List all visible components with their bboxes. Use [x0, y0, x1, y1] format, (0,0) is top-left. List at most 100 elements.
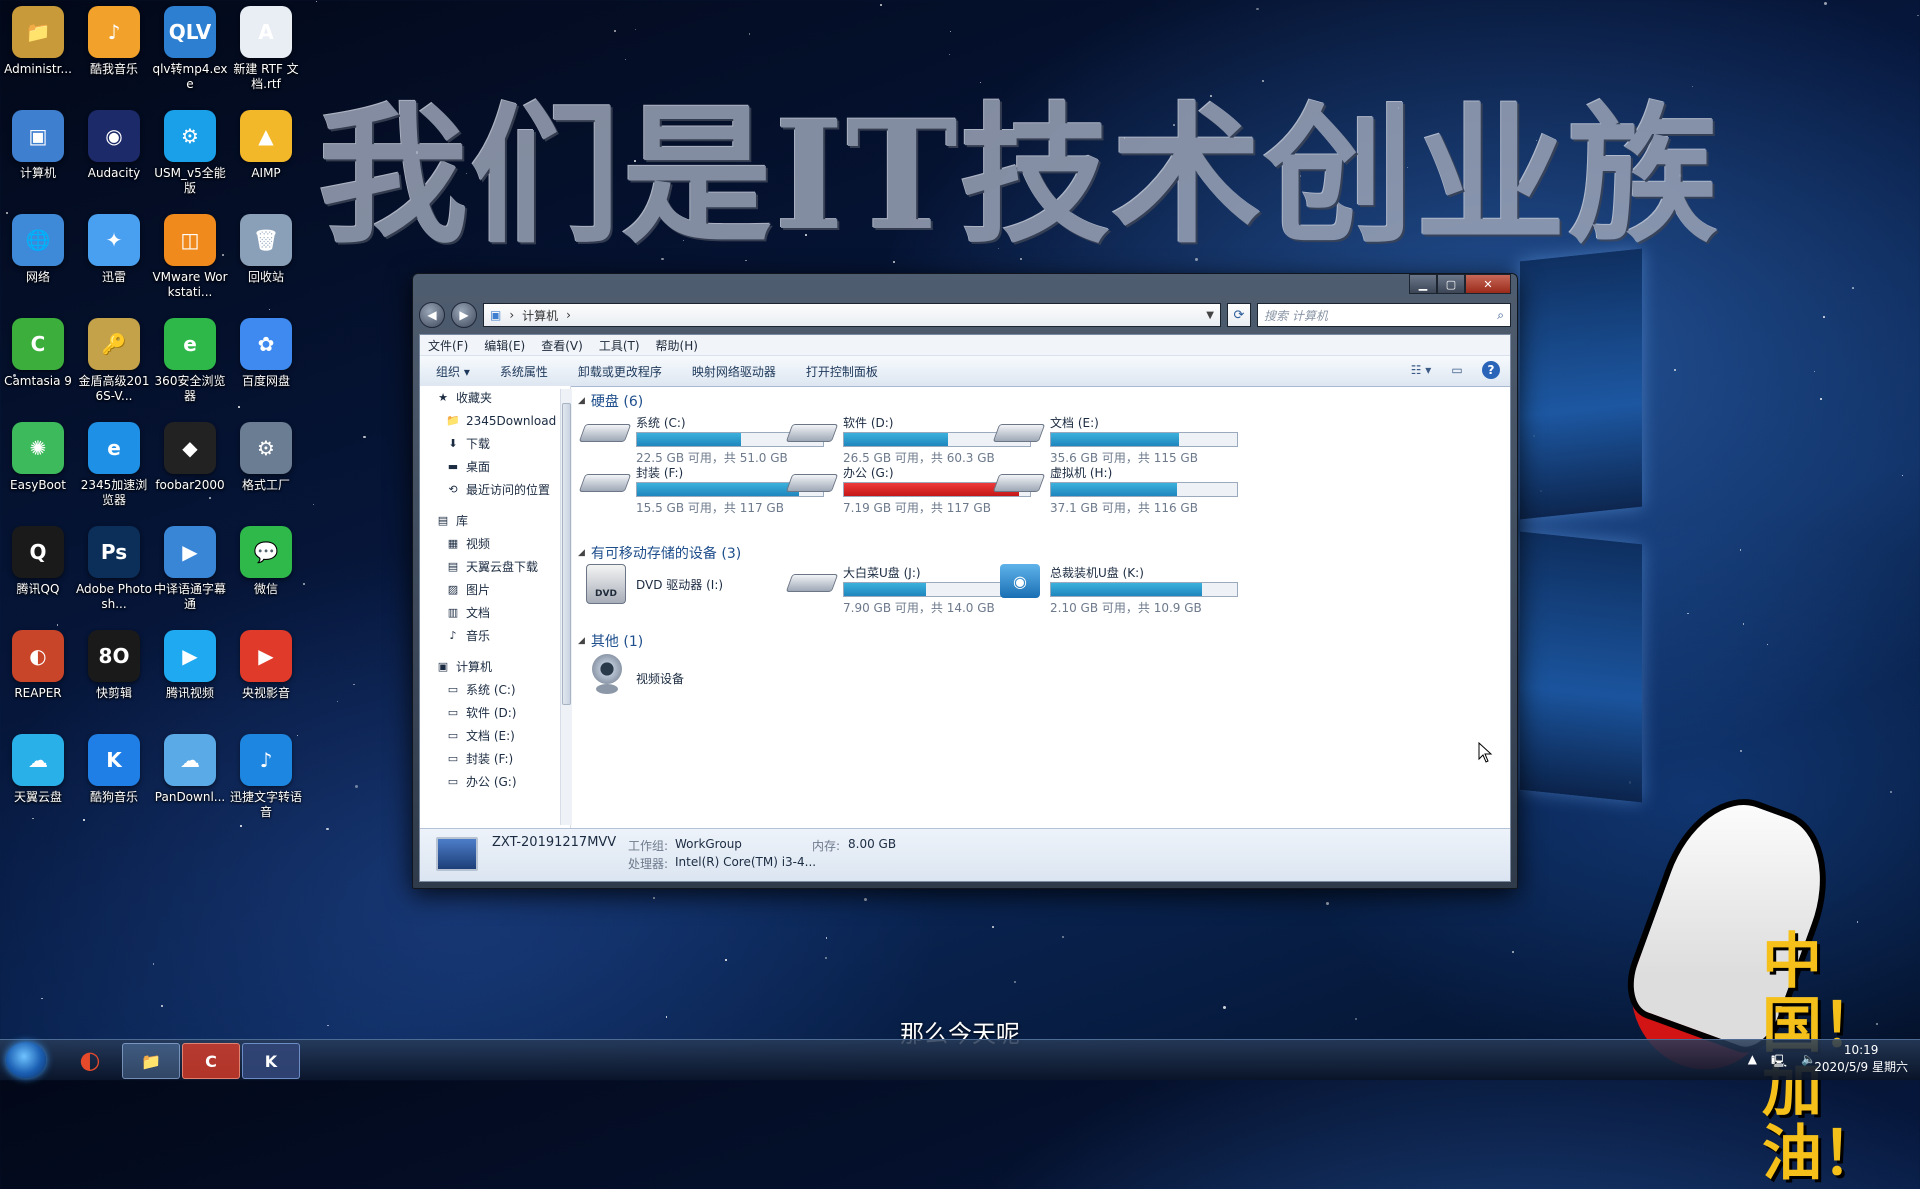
drive-item[interactable]: 虚拟机 (H:) 37.1 GB 可用，共 116 GB	[992, 464, 1246, 515]
collapse-icon[interactable]: ◢	[578, 548, 585, 558]
nav-item-documents[interactable]: ▥ 文档	[420, 601, 570, 624]
desktop-icon[interactable]: ♪ 迅捷文字转语音	[228, 734, 304, 820]
nav-item-folder[interactable]: 📁 2345Download	[420, 409, 570, 432]
drive-item[interactable]: 文档 (E:) 35.6 GB 可用，共 115 GB	[992, 414, 1246, 465]
desktop-icon[interactable]: 💬 微信	[228, 526, 304, 597]
collapse-icon[interactable]: ◢	[578, 396, 585, 406]
collapse-icon[interactable]: ◢	[578, 636, 585, 646]
change-view-icon[interactable]: ☷ ▾	[1410, 361, 1432, 379]
device-item-video[interactable]: 视频设备	[582, 654, 832, 700]
desktop-icon[interactable]: Ps Adobe Photosh...	[76, 526, 152, 612]
help-icon[interactable]: ?	[1482, 361, 1500, 379]
taskbar-explorer-icon[interactable]: 📁	[122, 1043, 180, 1079]
desktop-icon[interactable]: ◆ foobar2000	[152, 422, 228, 493]
nav-computer[interactable]: ▣ 计算机	[420, 655, 570, 678]
group-other[interactable]: ◢ 其他 (1)	[578, 632, 643, 650]
desktop-icon[interactable]: ▶ 中译语通字幕通	[152, 526, 228, 612]
address-bar[interactable]: ▣ › 计算机 › ▼	[483, 303, 1221, 327]
back-button[interactable]: ◀	[419, 302, 445, 328]
command-button[interactable]: 系统属性	[500, 363, 548, 380]
taskbar-camtasia-icon[interactable]: C	[182, 1043, 240, 1079]
preview-pane-icon[interactable]: ▭	[1446, 361, 1468, 379]
close-button[interactable]: ✕	[1465, 274, 1511, 294]
breadcrumb-chevron-icon[interactable]: ›	[566, 308, 571, 322]
app-icon: ♪	[88, 6, 140, 58]
nav-drive-e[interactable]: ▭ 文档 (E:)	[420, 724, 570, 747]
desktop-icon[interactable]: ◫ VMware Workstati...	[152, 214, 228, 300]
scrollbar-thumb[interactable]	[562, 403, 571, 705]
explorer-window[interactable]: ▁ ▢ ✕ ◀ ▶ ▣ › 计算机 › ▼ ⟳ 搜索 计算机 ⌕ 文件(F) 编辑…	[412, 273, 1518, 889]
desktop-icon[interactable]: ◉ Audacity	[76, 110, 152, 181]
tray-expand-icon[interactable]: ▲	[1748, 1052, 1757, 1073]
desktop-icon[interactable]: ☁ 天翼云盘	[0, 734, 76, 805]
desktop-icon[interactable]: ▣ 计算机	[0, 110, 76, 181]
hard-drive-icon	[785, 474, 839, 492]
taskbar-browser-icon[interactable]: ◐	[62, 1043, 118, 1077]
desktop-icon[interactable]: 📁 Administr...	[0, 6, 76, 77]
nav-drive-d[interactable]: ▭ 软件 (D:)	[420, 701, 570, 724]
nav-drive-c[interactable]: ▭ 系统 (C:)	[420, 678, 570, 701]
desktop-icon[interactable]: ♪ 酷我音乐	[76, 6, 152, 77]
desktop-icon[interactable]: 8O 快剪辑	[76, 630, 152, 701]
desktop-icon[interactable]: A 新建 RTF 文档.rtf	[228, 6, 304, 92]
refresh-button[interactable]: ⟳	[1227, 303, 1251, 327]
address-dropdown-icon[interactable]: ▼	[1206, 310, 1214, 321]
nav-libraries[interactable]: ▤ 库	[420, 509, 570, 532]
command-button[interactable]: 组织 ▾	[436, 363, 470, 380]
clock[interactable]: 10:19 2020/5/9 星期六	[1814, 1042, 1908, 1076]
desktop-icon[interactable]: e 360安全浏览器	[152, 318, 228, 404]
desktop-icon[interactable]: ☁ PanDownl...	[152, 734, 228, 805]
nav-item-videos[interactable]: ▦ 视频	[420, 532, 570, 555]
menu-item[interactable]: 查看(V)	[541, 337, 583, 354]
desktop-icon[interactable]: 🗑 回收站	[228, 214, 304, 285]
desktop-icon-label: EasyBoot	[10, 478, 66, 492]
start-button[interactable]	[6, 1042, 46, 1078]
desktop-icon[interactable]: 🔑 金盾高级2016S-V...	[76, 318, 152, 404]
desktop-icon[interactable]: ⚙ 格式工厂	[228, 422, 304, 493]
desktop-icon[interactable]: C Camtasia 9	[0, 318, 76, 389]
menu-item[interactable]: 编辑(E)	[484, 337, 525, 354]
command-button[interactable]: 卸载或更改程序	[578, 363, 662, 380]
menu-item[interactable]: 帮助(H)	[656, 337, 698, 354]
network-icon[interactable]: 🖳	[1771, 1052, 1787, 1073]
group-hard-disks[interactable]: ◢ 硬盘 (6)	[578, 392, 643, 410]
drive-icon: ▭	[447, 683, 459, 696]
nav-item-pictures[interactable]: ▨ 图片	[420, 578, 570, 601]
desktop-icon[interactable]: ▶ 央视影音	[228, 630, 304, 701]
nav-item-recent[interactable]: ⟲ 最近访问的位置	[420, 478, 570, 501]
desktop-icon[interactable]: Q 腾讯QQ	[0, 526, 76, 597]
nav-favorites[interactable]: ★ 收藏夹	[420, 386, 570, 409]
desktop-icon[interactable]: ✿ 百度网盘	[228, 318, 304, 389]
desktop-icon[interactable]: K 酷狗音乐	[76, 734, 152, 805]
desktop-icon[interactable]: ✦ 迅雷	[76, 214, 152, 285]
desktop-icon[interactable]: ⚙ USM_v5全能版	[152, 110, 228, 196]
command-button[interactable]: 打开控制面板	[806, 363, 878, 380]
forward-button[interactable]: ▶	[451, 302, 477, 328]
desktop-icon[interactable]: 🌐 网络	[0, 214, 76, 285]
command-button[interactable]: 映射网络驱动器	[692, 363, 776, 380]
nav-item-tianyi[interactable]: ▤ 天翼云盘下载	[420, 555, 570, 578]
desktop-icon[interactable]: ◐ REAPER	[0, 630, 76, 701]
maximize-button[interactable]: ▢	[1437, 274, 1465, 294]
minimize-button[interactable]: ▁	[1409, 274, 1437, 294]
breadcrumb-computer[interactable]: 计算机	[522, 307, 558, 324]
nav-drive-f[interactable]: ▭ 封装 (F:)	[420, 747, 570, 770]
search-icon[interactable]: ⌕	[1497, 308, 1504, 323]
nav-item-desktop[interactable]: ▬ 桌面	[420, 455, 570, 478]
desktop-icon[interactable]: ✺ EasyBoot	[0, 422, 76, 493]
nav-item-download[interactable]: ⬇ 下载	[420, 432, 570, 455]
desktop-icon[interactable]: e 2345加速浏览器	[76, 422, 152, 508]
app-icon: 🔑	[88, 318, 140, 370]
desktop-icon[interactable]: ▶ 腾讯视频	[152, 630, 228, 701]
nav-drive-g[interactable]: ▭ 办公 (G:)	[420, 770, 570, 793]
taskbar-app-icon[interactable]: K	[242, 1043, 300, 1079]
desktop-icon[interactable]: ▲ AIMP	[228, 110, 304, 181]
desktop-icon[interactable]: QLV qlv转mp4.exe	[152, 6, 228, 92]
group-removable[interactable]: ◢ 有可移动存储的设备 (3)	[578, 544, 741, 562]
drive-item-usb[interactable]: ◉ 总裁装机U盘 (K:) 2.10 GB 可用，共 10.9 GB	[996, 564, 1246, 615]
search-input[interactable]: 搜索 计算机 ⌕	[1257, 303, 1511, 327]
nav-item-music[interactable]: ♪ 音乐	[420, 624, 570, 647]
menu-item[interactable]: 工具(T)	[599, 337, 640, 354]
navigation-scrollbar[interactable]	[560, 389, 572, 825]
menu-item[interactable]: 文件(F)	[428, 337, 468, 354]
